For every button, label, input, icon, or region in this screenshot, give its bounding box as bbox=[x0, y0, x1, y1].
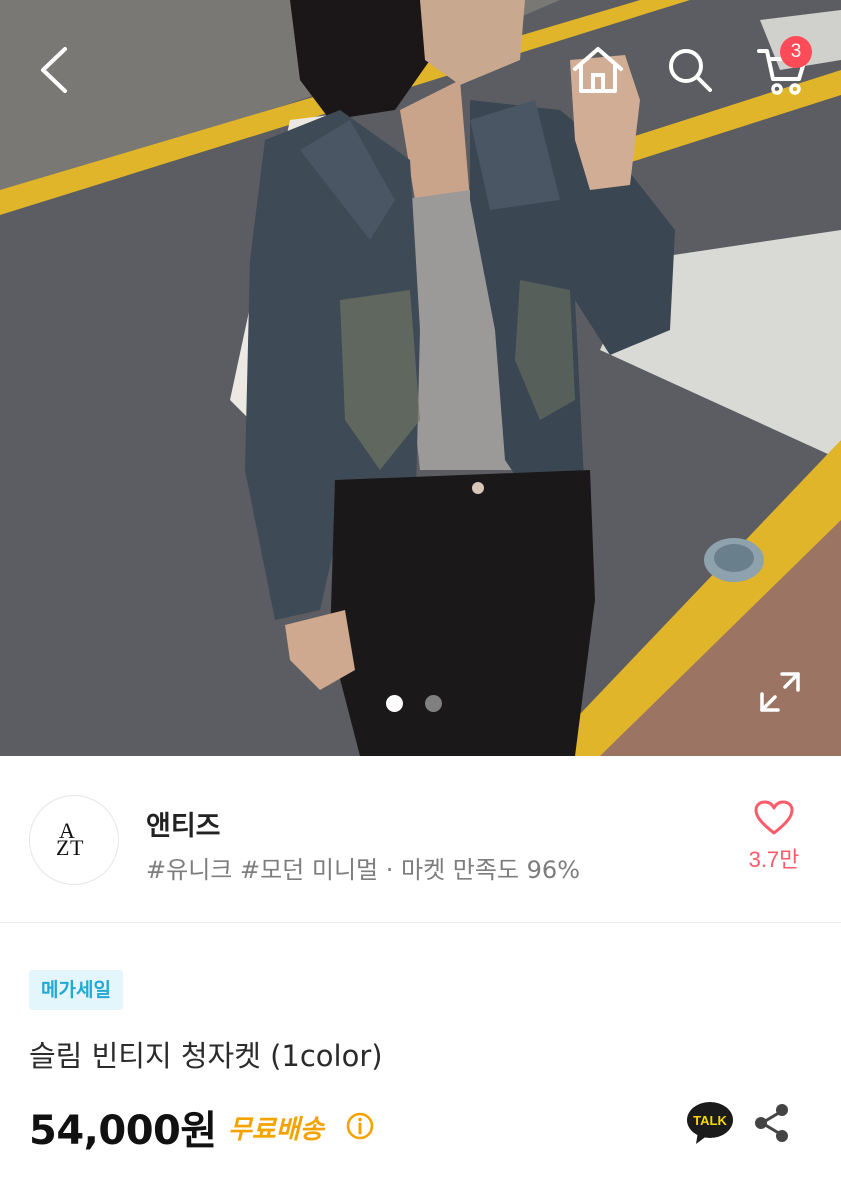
favorite-store-button[interactable]: 3.7만 bbox=[735, 800, 813, 880]
logo-letter: T bbox=[70, 835, 84, 860]
kakao-talk-label: TALK bbox=[693, 1113, 727, 1128]
search-button[interactable] bbox=[658, 40, 722, 100]
expand-icon bbox=[760, 672, 800, 712]
kakao-talk-icon: TALK bbox=[687, 1102, 733, 1144]
store-logo[interactable]: A Z T bbox=[29, 795, 119, 885]
search-icon bbox=[669, 49, 712, 92]
pagination-dot[interactable] bbox=[425, 695, 442, 712]
home-icon bbox=[573, 47, 623, 93]
top-nav-bar: 3 bbox=[0, 0, 841, 150]
heart-icon bbox=[754, 800, 794, 835]
store-info-row[interactable]: A Z T 앤티즈 #유니크 #모던 미니멀 · 마켓 만족도 96% 3.7만 bbox=[0, 756, 841, 923]
store-tags: #유니크 #모던 미니멀 · 마켓 만족도 96% bbox=[146, 856, 581, 884]
product-title: 슬림 빈티지 청자켓 (1color) bbox=[29, 1039, 383, 1073]
kakao-talk-button[interactable]: TALK bbox=[686, 1100, 734, 1146]
favorite-count: 3.7만 bbox=[748, 847, 800, 872]
mega-sale-badge: 메가세일 bbox=[29, 970, 123, 1010]
expand-image-button[interactable] bbox=[756, 668, 804, 716]
chevron-left-icon bbox=[41, 47, 67, 93]
product-image[interactable]: 3 bbox=[0, 0, 841, 756]
info-icon bbox=[346, 1112, 374, 1140]
store-name[interactable]: 앤티즈 bbox=[146, 804, 221, 843]
cart-count-badge: 3 bbox=[780, 36, 812, 68]
shipping-info-button[interactable] bbox=[346, 1112, 374, 1140]
share-icon bbox=[755, 1104, 788, 1142]
store-logo-mark: A Z T bbox=[54, 818, 94, 860]
logo-letter: Z bbox=[56, 835, 70, 860]
home-button[interactable] bbox=[566, 40, 630, 100]
share-button[interactable] bbox=[752, 1102, 792, 1144]
product-price: 54,000원 bbox=[29, 1108, 217, 1154]
back-button[interactable] bbox=[24, 40, 84, 100]
pagination-dot-active[interactable] bbox=[386, 695, 403, 712]
gallery-pagination bbox=[386, 695, 442, 712]
free-shipping-label: 무료배송 bbox=[228, 1115, 324, 1145]
